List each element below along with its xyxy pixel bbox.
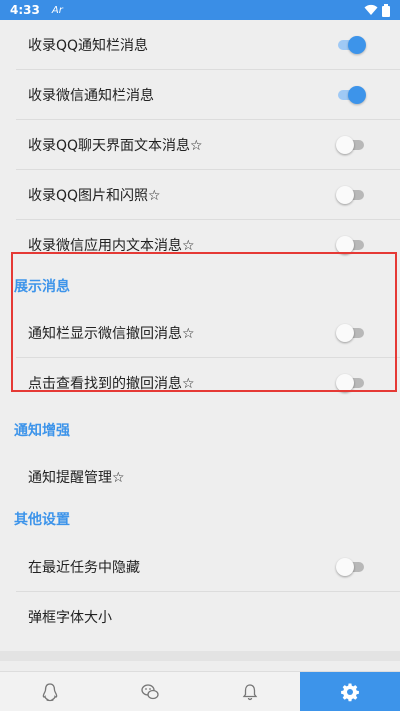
bottom-nav [0,671,400,711]
section-header-notify: 通知增强 [14,423,70,439]
nav-tab-notifications[interactable] [200,672,300,711]
wifi-icon [364,4,378,15]
setting-row-qq-images[interactable]: 收录QQ图片和闪照☆ [0,170,400,219]
setting-row-qq-chat-text[interactable]: 收录QQ聊天界面文本消息☆ [0,120,400,169]
qq-penguin-icon [42,682,58,701]
setting-row-qq-notification[interactable]: 收录QQ通知栏消息 [0,20,400,69]
toggle-switch[interactable] [336,35,366,55]
toggle-switch[interactable] [336,557,364,577]
gear-icon [341,683,359,701]
app-indicator: Ar [51,4,63,16]
toggle-switch[interactable] [336,135,364,155]
toggle-switch[interactable] [336,185,364,205]
toggle-switch[interactable] [336,85,366,105]
highlight-box [11,252,397,392]
status-bar: 4:33 Ar [0,0,400,20]
bell-icon [242,683,258,700]
setting-row-wechat-notification[interactable]: 收录微信通知栏消息 [0,70,400,119]
setting-row-dialog-font-size[interactable]: 弹框字体大小 [0,592,400,641]
nav-tab-wechat[interactable] [100,672,200,711]
nav-tab-qq[interactable] [0,672,100,711]
nav-tab-settings[interactable] [300,672,400,711]
setting-row-notify-manage[interactable]: 通知提醒管理☆ [0,452,400,501]
setting-label: 通知提醒管理☆ [28,469,125,486]
battery-icon [382,3,390,17]
setting-label: 弹框字体大小 [28,609,112,626]
status-time: 4:33 [10,3,40,17]
section-header-other: 其他设置 [14,512,70,528]
setting-row-hide-recents[interactable]: 在最近任务中隐藏 [0,542,400,591]
wechat-icon [141,683,159,699]
status-icons [364,3,390,17]
bottom-spacer [0,651,400,661]
